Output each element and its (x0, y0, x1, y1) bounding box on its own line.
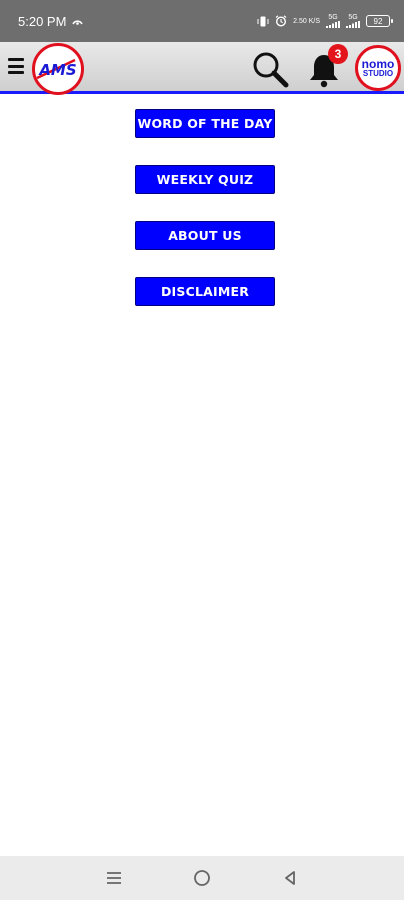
about-us-button[interactable]: ABOUT US (135, 221, 275, 250)
logo-text: AMS (38, 61, 76, 79)
vibrate-icon (257, 16, 269, 27)
battery-icon: 92 (366, 15, 393, 27)
navigation-bar (0, 856, 404, 900)
status-time: 5:20 PM (18, 13, 67, 29)
menu-icon[interactable] (8, 58, 24, 78)
status-left: 5:20 PM (18, 13, 84, 29)
notification-badge: 3 (328, 44, 348, 64)
studio-logo-line2: STUDIO (362, 68, 394, 78)
alarm-icon (275, 15, 287, 27)
status-right: 2.50 K/S 5G 5G 92 (257, 14, 393, 28)
app-bar: AMS 3 nomo STUDIO (0, 42, 404, 95)
search-icon[interactable] (250, 50, 290, 88)
net-speed: 2.50 K/S (293, 17, 320, 25)
recents-icon[interactable] (96, 860, 132, 896)
studio-logo-line1: nomo (361, 56, 395, 71)
data-saver-icon (72, 17, 84, 25)
disclaimer-button[interactable]: DISCLAIMER (135, 277, 275, 306)
weekly-quiz-button[interactable]: WEEKLY QUIZ (135, 165, 275, 194)
back-icon[interactable] (272, 860, 308, 896)
signal-label: 5G (348, 14, 358, 21)
home-icon[interactable] (184, 860, 220, 896)
studio-logo[interactable]: nomo STUDIO (355, 45, 401, 91)
signal-label: 5G (328, 14, 338, 21)
app-logo: AMS (32, 43, 84, 95)
signal-icon: 5G (346, 14, 360, 28)
status-bar: 5:20 PM 2.50 K/S 5G 5G 92 (0, 0, 404, 42)
battery-level: 92 (373, 16, 383, 26)
signal-icon: 5G (326, 14, 340, 28)
word-of-the-day-button[interactable]: WORD OF THE DAY (135, 109, 275, 138)
logo-mark: AMS (36, 58, 77, 80)
